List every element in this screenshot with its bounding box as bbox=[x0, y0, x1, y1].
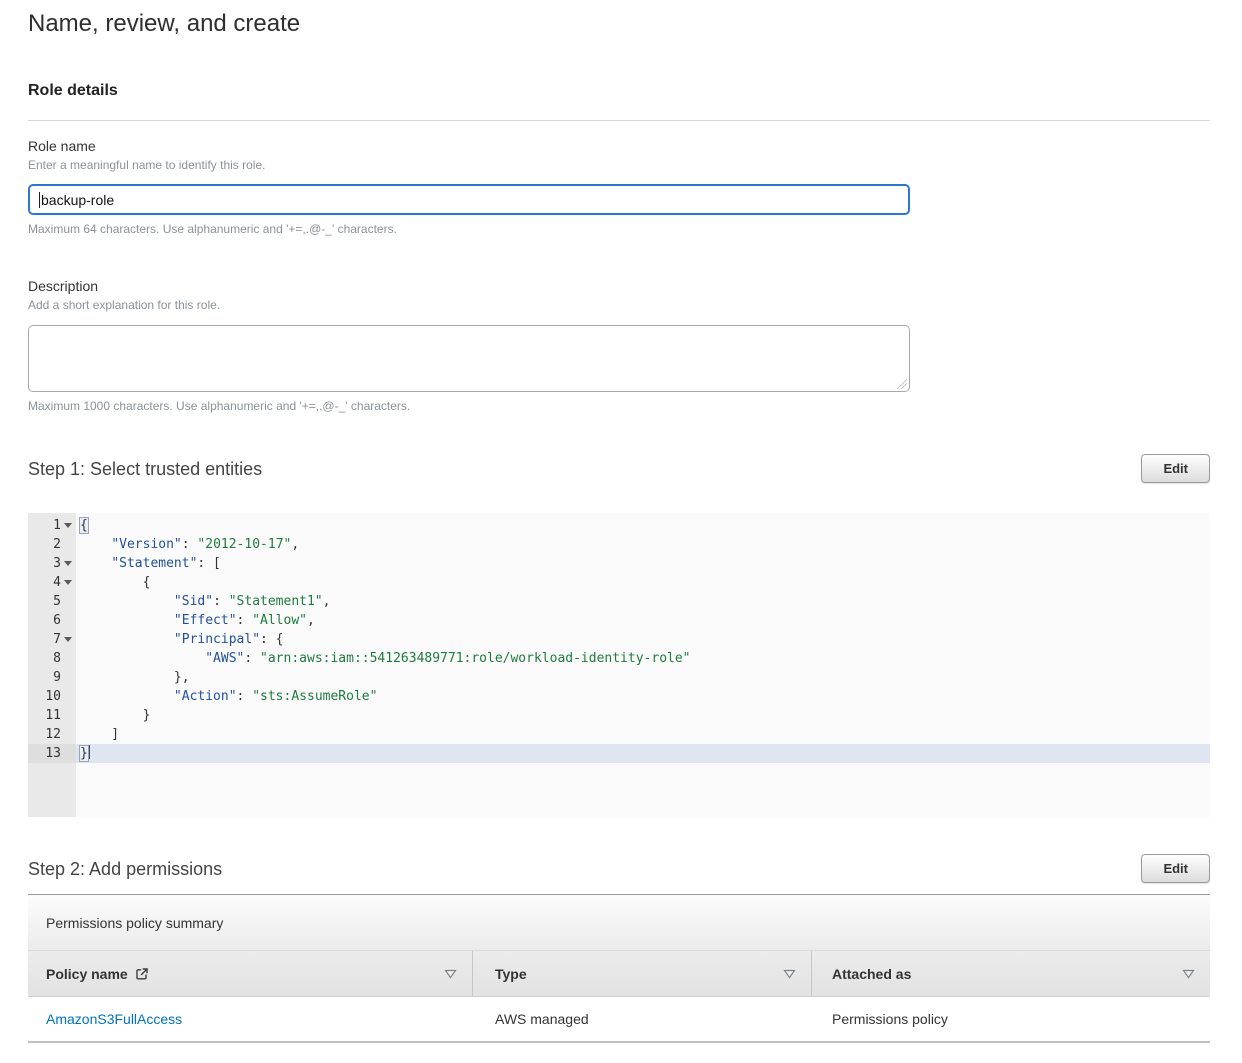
attached-as-cell: Permissions policy bbox=[812, 1011, 1210, 1027]
line-number: 1 bbox=[28, 516, 76, 535]
code-line[interactable]: 12 ] bbox=[28, 725, 1210, 744]
table-header: Policy name Type bbox=[28, 951, 1210, 997]
trust-policy-editor[interactable]: 1{2 "Version": "2012-10-17",3 "Statement… bbox=[28, 513, 1210, 817]
description-hint: Maximum 1000 characters. Use alphanumeri… bbox=[28, 399, 1210, 414]
page: Name, review, and create Role details Ro… bbox=[0, 0, 1242, 1063]
code-line[interactable]: 4 { bbox=[28, 573, 1210, 592]
column-label: Type bbox=[495, 966, 527, 982]
line-number: 6 bbox=[28, 611, 76, 630]
code-line[interactable]: 7 "Principal": { bbox=[28, 630, 1210, 649]
line-number: 9 bbox=[28, 668, 76, 687]
line-number: 5 bbox=[28, 592, 76, 611]
role-name-help: Enter a meaningful name to identify this… bbox=[28, 158, 1210, 173]
resize-handle[interactable] bbox=[897, 379, 907, 389]
column-header-attached-as[interactable]: Attached as bbox=[812, 951, 1210, 996]
code-line[interactable]: 9 }, bbox=[28, 668, 1210, 687]
code-line[interactable]: 5 "Sid": "Statement1", bbox=[28, 592, 1210, 611]
content: Name, review, and create Role details Ro… bbox=[0, 0, 1242, 1063]
code-line[interactable]: 13} bbox=[28, 744, 1210, 763]
role-name-label: Role name bbox=[28, 138, 1210, 155]
code-text: "Statement": [ bbox=[76, 554, 1210, 573]
code-text: "AWS": "arn:aws:iam::541263489771:role/w… bbox=[76, 649, 1210, 668]
sort-triangle-icon[interactable] bbox=[1182, 969, 1195, 979]
column-label: Attached as bbox=[832, 966, 911, 982]
description-help: Add a short explanation for this role. bbox=[28, 298, 1210, 313]
code-line[interactable]: 8 "AWS": "arn:aws:iam::541263489771:role… bbox=[28, 649, 1210, 668]
fold-arrow-icon[interactable] bbox=[64, 580, 72, 585]
step2-edit-button[interactable]: Edit bbox=[1141, 854, 1210, 883]
code-text: ] bbox=[76, 725, 1210, 744]
line-number: 13 bbox=[28, 744, 76, 763]
step2-row: Step 2: Add permissions Edit bbox=[28, 854, 1210, 883]
code-text: "Action": "sts:AssumeRole" bbox=[76, 687, 1210, 706]
code-line[interactable]: 3 "Statement": [ bbox=[28, 554, 1210, 573]
line-number: 4 bbox=[28, 573, 76, 592]
line-number: 2 bbox=[28, 535, 76, 554]
column-header-policy-name[interactable]: Policy name bbox=[28, 951, 473, 996]
line-number: 11 bbox=[28, 706, 76, 725]
description-label: Description bbox=[28, 278, 1210, 295]
step1-edit-button[interactable]: Edit bbox=[1141, 454, 1210, 483]
text-caret bbox=[39, 192, 40, 208]
step1-row: Step 1: Select trusted entities Edit bbox=[28, 454, 1210, 483]
code-text: }, bbox=[76, 668, 1210, 687]
sort-triangle-icon[interactable] bbox=[444, 969, 457, 979]
fold-arrow-icon[interactable] bbox=[64, 561, 72, 566]
policy-type-cell: AWS managed bbox=[473, 1011, 812, 1027]
step1-heading: Step 1: Select trusted entities bbox=[28, 458, 262, 480]
code-text: { bbox=[76, 516, 1210, 535]
step2-heading: Step 2: Add permissions bbox=[28, 858, 222, 880]
permissions-panel: Permissions policy summary Policy name bbox=[28, 894, 1210, 1043]
divider bbox=[28, 120, 1210, 121]
code-text: "Sid": "Statement1", bbox=[76, 592, 1210, 611]
permissions-panel-heading: Permissions policy summary bbox=[28, 895, 1210, 951]
code-line[interactable]: 6 "Effect": "Allow", bbox=[28, 611, 1210, 630]
fold-arrow-icon[interactable] bbox=[64, 637, 72, 642]
code-line[interactable]: 2 "Version": "2012-10-17", bbox=[28, 535, 1210, 554]
line-number: 10 bbox=[28, 687, 76, 706]
code-text: "Effect": "Allow", bbox=[76, 611, 1210, 630]
line-number: 8 bbox=[28, 649, 76, 668]
code-line[interactable]: 11 } bbox=[28, 706, 1210, 725]
code-text: } bbox=[76, 744, 1210, 763]
code-text: "Principal": { bbox=[76, 630, 1210, 649]
fold-arrow-icon[interactable] bbox=[64, 523, 72, 528]
page-title: Name, review, and create bbox=[28, 0, 1210, 39]
code-line[interactable]: 10 "Action": "sts:AssumeRole" bbox=[28, 687, 1210, 706]
table-row: AmazonS3FullAccess AWS managedPermissions… bbox=[28, 997, 1210, 1043]
column-header-type[interactable]: Type bbox=[473, 951, 812, 996]
line-number: 3 bbox=[28, 554, 76, 573]
external-link-icon bbox=[135, 967, 149, 981]
table-body: AmazonS3FullAccess AWS managedPermissions… bbox=[28, 997, 1210, 1043]
code-line[interactable]: 1{ bbox=[28, 516, 1210, 535]
line-number: 7 bbox=[28, 630, 76, 649]
code-text: } bbox=[76, 706, 1210, 725]
role-name-hint: Maximum 64 characters. Use alphanumeric … bbox=[28, 222, 1210, 237]
role-details-heading: Role details bbox=[28, 81, 1210, 100]
line-number: 12 bbox=[28, 725, 76, 744]
column-label: Policy name bbox=[46, 966, 128, 982]
editor-caret bbox=[89, 745, 90, 759]
code-text: { bbox=[76, 573, 1210, 592]
description-textarea[interactable] bbox=[28, 325, 910, 392]
code-text: "Version": "2012-10-17", bbox=[76, 535, 1210, 554]
sort-triangle-icon[interactable] bbox=[783, 969, 796, 979]
role-name-input[interactable]: backup-role bbox=[28, 184, 910, 215]
policy-name-link[interactable]: AmazonS3FullAccess bbox=[46, 1011, 182, 1027]
role-name-value: backup-role bbox=[41, 192, 114, 208]
code-lines: 1{2 "Version": "2012-10-17",3 "Statement… bbox=[28, 516, 1210, 763]
